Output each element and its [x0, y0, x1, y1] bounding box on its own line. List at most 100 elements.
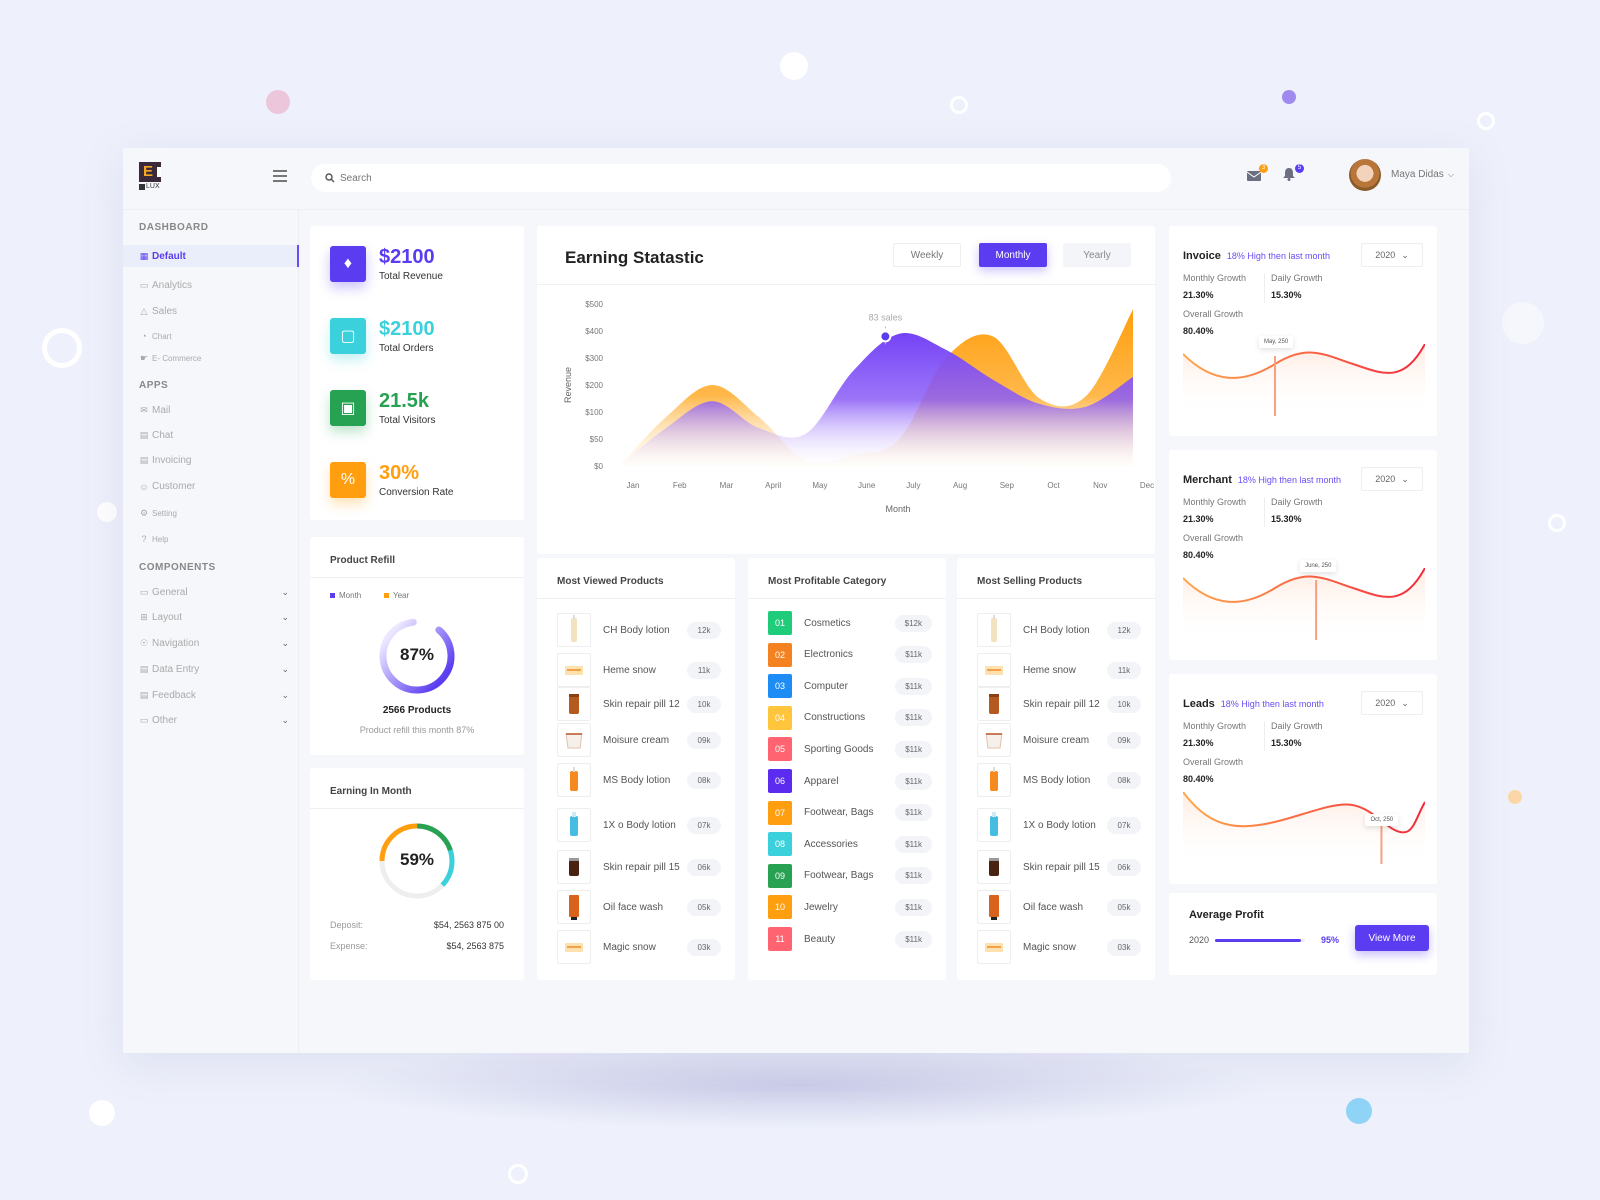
product-name: Magic snow: [1023, 941, 1076, 953]
growth-highlight: 18% High then last month: [1220, 699, 1324, 709]
average-profit-card: Average Profit 2020 95% View More: [1169, 893, 1437, 975]
product-list-item[interactable]: Heme snow 11k: [557, 652, 721, 688]
category-name: Cosmetics: [804, 617, 851, 629]
mail-button[interactable]: 3: [1246, 164, 1268, 182]
sidebar-item-chat[interactable]: ▤ Chat: [139, 430, 289, 441]
product-list-item[interactable]: CH Body lotion 12k: [557, 612, 721, 648]
product-count: 06k: [1107, 858, 1141, 876]
y-tick-label: $50: [590, 435, 604, 444]
product-thumbnail: [977, 890, 1011, 924]
category-value: $11k: [895, 835, 932, 853]
product-list-item[interactable]: Skin repair pill 12 10k: [557, 686, 721, 722]
product-count: 10k: [1107, 695, 1141, 713]
layout-icon: ⊞: [140, 612, 148, 622]
sidebar-item-customer[interactable]: ☺ Customer: [139, 481, 289, 492]
product-name: Moisure cream: [1023, 734, 1090, 746]
sidebar-item-navigation[interactable]: ☉ Navigation ⌄: [139, 638, 289, 649]
chat-icon: ▤: [139, 430, 149, 440]
category-list-item[interactable]: 10 Jewelry $11k: [768, 894, 932, 920]
user-avatar[interactable]: [1349, 159, 1381, 191]
search-input[interactable]: [340, 172, 1120, 184]
notifications-button[interactable]: 5: [1283, 164, 1304, 182]
category-list-item[interactable]: 05 Sporting Goods $11k: [768, 736, 932, 762]
sidebar-item-data-entry[interactable]: ▤ Data Entry ⌄: [139, 664, 289, 675]
product-name: Heme snow: [1023, 664, 1076, 676]
category-list-item[interactable]: 11 Beauty $11k: [768, 926, 932, 952]
category-name: Apparel: [804, 775, 839, 787]
sidebar-section-dashboard: DASHBOARD: [139, 222, 209, 233]
product-list-item[interactable]: Skin repair pill 15 06k: [977, 849, 1141, 885]
growth-wave-chart: [1183, 792, 1425, 864]
category-list-item[interactable]: 02 Electronics $11k: [768, 642, 932, 668]
category-list-item[interactable]: 08 Accessories $11k: [768, 831, 932, 857]
sidebar-item-setting[interactable]: ⚙ Setting: [139, 508, 289, 519]
year-select[interactable]: 2020 ⌄: [1361, 467, 1423, 491]
category-list-item[interactable]: 06 Apparel $11k: [768, 768, 932, 794]
category-list-item[interactable]: 03 Computer $11k: [768, 673, 932, 699]
logo[interactable]: E LUX: [139, 162, 161, 192]
sidebar-item-mail[interactable]: ✉ Mail: [139, 405, 289, 416]
product-list-item[interactable]: CH Body lotion 12k: [977, 612, 1141, 648]
category-list-item[interactable]: 09 Footwear, Bags $11k: [768, 863, 932, 889]
sidebar-item-help[interactable]: ? Help: [139, 534, 289, 544]
x-tick-label: April: [765, 481, 781, 490]
product-list-item[interactable]: Magic snow 03k: [557, 929, 721, 965]
overall-growth-value: 80.40%: [1183, 774, 1214, 784]
tab-weekly[interactable]: Weekly: [893, 243, 961, 267]
tab-yearly[interactable]: Yearly: [1063, 243, 1131, 267]
product-list-item[interactable]: Oil face wash 05k: [977, 889, 1141, 925]
annotation-point[interactable]: [879, 330, 892, 343]
search-bar[interactable]: [311, 164, 1171, 192]
growth-card-leads: Leads 18% High then last month 2020 ⌄ Monthl…: [1169, 674, 1437, 884]
product-list-item[interactable]: Skin repair pill 12 10k: [977, 686, 1141, 722]
product-list-item[interactable]: 1X o Body lotion 07k: [977, 807, 1141, 843]
category-list-item[interactable]: 04 Constructions $11k: [768, 705, 932, 731]
earning-percent: 59%: [399, 850, 435, 869]
cart-icon: ☛: [139, 353, 149, 363]
category-list-item[interactable]: 07 Footwear, Bags $11k: [768, 800, 932, 826]
product-list-item[interactable]: 1X o Body lotion 07k: [557, 807, 721, 843]
product-list-item[interactable]: Magic snow 03k: [977, 929, 1141, 965]
menu-toggle-icon[interactable]: [273, 170, 287, 182]
monthly-growth-value: 21.30%: [1183, 738, 1214, 748]
bell-icon: [1283, 168, 1295, 181]
category-rank: 01: [768, 611, 792, 635]
daily-growth-value: 15.30%: [1271, 738, 1302, 748]
tab-monthly[interactable]: Monthly: [979, 243, 1047, 267]
product-thumbnail: [977, 850, 1011, 884]
growth-card-invoice: Invoice 18% High then last month 2020 ⌄ Mont…: [1169, 226, 1437, 436]
product-count: 03k: [687, 938, 721, 956]
product-list-item[interactable]: Moisure cream 09k: [557, 722, 721, 758]
sidebar-item-invoicing[interactable]: ▤ Invoicing: [139, 455, 289, 466]
category-value: $11k: [895, 930, 932, 948]
category-list-item[interactable]: 01 Cosmetics $12k: [768, 610, 932, 636]
sidebar-item-general[interactable]: ▭ General ⌄: [139, 587, 289, 598]
overall-growth-label: Overall Growth: [1183, 309, 1244, 319]
product-list-item[interactable]: Heme snow 11k: [977, 652, 1141, 688]
product-list-item[interactable]: Skin repair pill 15 06k: [557, 849, 721, 885]
sidebar-item-sales[interactable]: △ Sales: [139, 306, 289, 317]
product-list-item[interactable]: Oil face wash 05k: [557, 889, 721, 925]
sidebar-item-default[interactable]: ▦ Default: [123, 245, 299, 267]
year-select[interactable]: 2020 ⌄: [1361, 691, 1423, 715]
decor-bubble: [266, 90, 290, 114]
sidebar-item-layout[interactable]: ⊞ Layout ⌄: [139, 612, 289, 623]
view-more-button[interactable]: View More: [1355, 925, 1429, 951]
product-name: 1X o Body lotion: [1023, 819, 1096, 831]
visitor-badge-icon: ▣: [330, 390, 366, 426]
overall-growth-value: 80.40%: [1183, 326, 1214, 336]
sidebar-item-analytics[interactable]: ▭ Analytics: [139, 280, 289, 291]
product-list-item[interactable]: MS Body lotion 08k: [557, 762, 721, 798]
x-tick-label: Mar: [720, 481, 734, 490]
sidebar-item-chart[interactable]: ◔ Chart: [139, 331, 289, 341]
sidebar-item-other[interactable]: ▭ Other ⌄: [139, 715, 289, 726]
decor-bubble: [780, 52, 808, 80]
product-list-item[interactable]: Moisure cream 09k: [977, 722, 1141, 758]
user-menu[interactable]: Maya Didas ⌵: [1391, 169, 1454, 180]
product-list-item[interactable]: MS Body lotion 08k: [977, 762, 1141, 798]
year-select[interactable]: 2020 ⌄: [1361, 243, 1423, 267]
sidebar-item-ecommerce[interactable]: ☛ E- Commerce: [139, 353, 289, 364]
sidebar-item-feedback[interactable]: ▤ Feedback ⌄: [139, 690, 289, 701]
x-tick-label: Nov: [1093, 481, 1107, 490]
product-thumbnail: [557, 850, 591, 884]
